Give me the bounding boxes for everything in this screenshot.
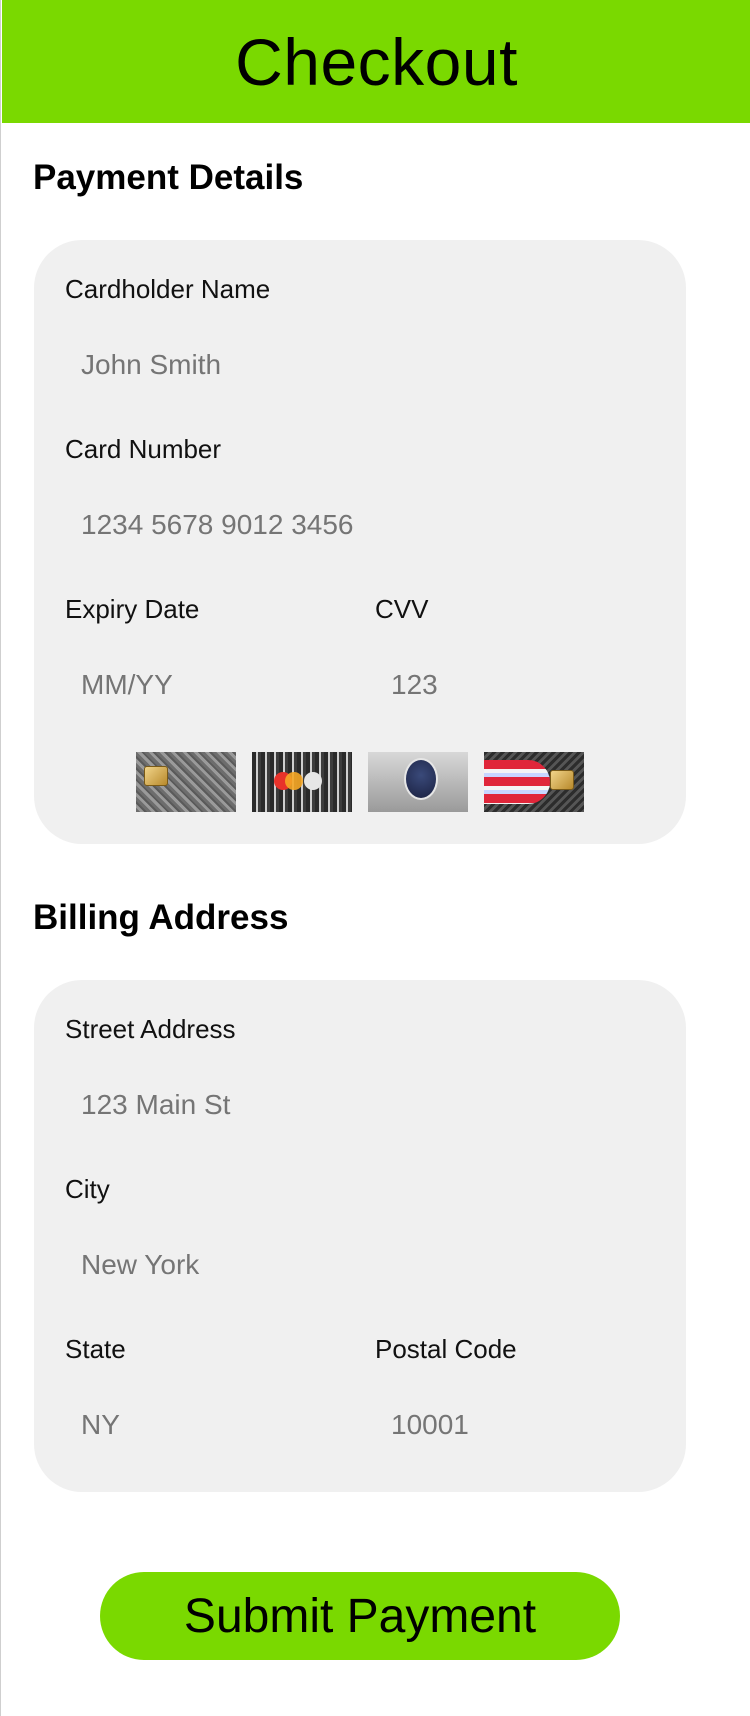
state-label: State <box>65 1334 126 1364</box>
card-number-label: Card Number <box>65 434 222 464</box>
expiry-label: Expiry Date <box>65 594 200 624</box>
page-title: Checkout <box>235 24 518 99</box>
card-chip-icon <box>144 766 168 786</box>
cvv-input[interactable] <box>391 668 591 702</box>
cardholder-label: Cardholder Name <box>65 274 271 304</box>
visa-card-icon <box>136 752 236 812</box>
card-logos <box>136 752 584 812</box>
amex-card-icon <box>368 752 468 812</box>
mastercard-card-icon <box>252 752 352 812</box>
discover-card-icon <box>484 752 584 812</box>
postal-code-label: Postal Code <box>375 1334 517 1364</box>
cvv-label: CVV <box>375 594 429 624</box>
card-chip-icon <box>550 770 574 790</box>
state-input[interactable] <box>81 1408 281 1442</box>
header-bar: Checkout <box>2 0 750 123</box>
street-input[interactable] <box>81 1088 501 1122</box>
checkout-page: Checkout Payment Details Cardholder Name… <box>0 0 750 1716</box>
payment-section-title: Payment Details <box>33 158 304 197</box>
billing-section-title: Billing Address <box>33 898 289 937</box>
city-input[interactable] <box>81 1248 501 1282</box>
postal-code-input[interactable] <box>391 1408 591 1442</box>
cardholder-input[interactable] <box>81 348 361 382</box>
expiry-input[interactable] <box>81 668 281 702</box>
card-number-input[interactable] <box>81 508 501 542</box>
city-label: City <box>65 1174 110 1204</box>
submit-payment-button[interactable]: Submit Payment <box>100 1572 620 1660</box>
street-label: Street Address <box>65 1014 236 1044</box>
